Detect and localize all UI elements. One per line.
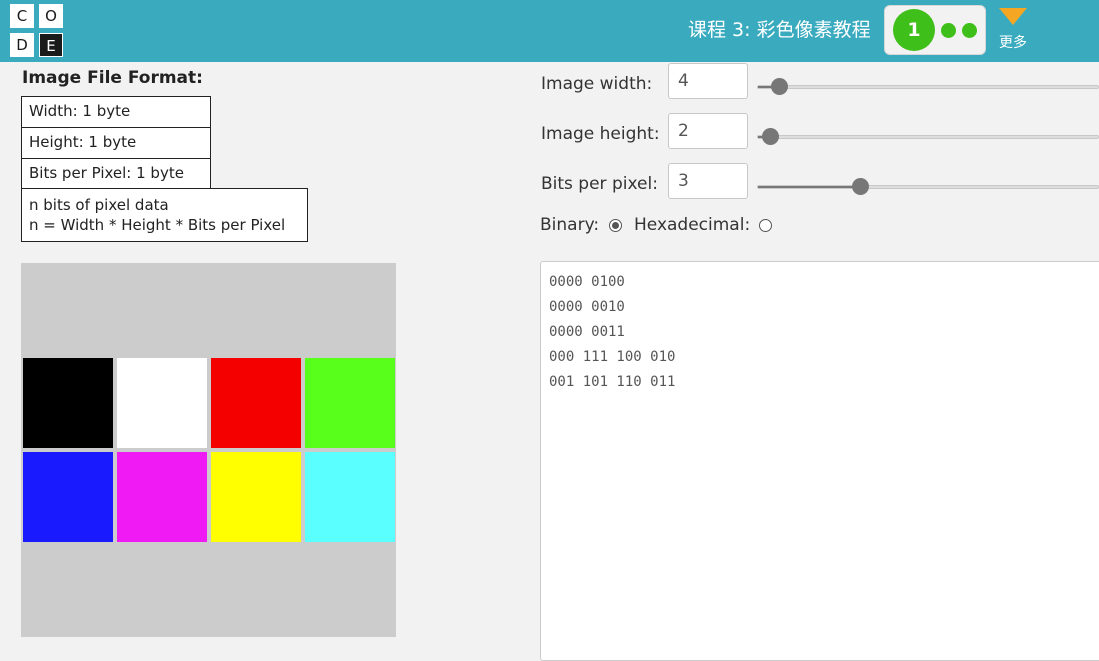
bits-per-pixel-slider-thumb[interactable]	[852, 178, 869, 195]
binary-output-textarea[interactable]: 0000 0100 0000 0010 0000 0011 000 111 10…	[540, 261, 1099, 661]
image-width-slider-thumb[interactable]	[771, 78, 788, 95]
dropdown-arrow-icon	[999, 8, 1027, 25]
top-bar: C O D E 课程 3: 彩色像素教程 1 更多	[0, 0, 1099, 62]
output-line: 001 101 110 011	[549, 374, 676, 390]
binary-label: Binary:	[540, 215, 600, 235]
more-label: 更多	[999, 35, 1027, 51]
level-3-dot[interactable]	[962, 23, 977, 38]
image-height-input[interactable]	[668, 113, 748, 149]
pixel-cell	[305, 452, 395, 542]
format-data-line1: n bits of pixel data	[29, 196, 169, 214]
pixel-cell	[23, 452, 113, 542]
pixel-cell	[305, 358, 395, 448]
lesson-title[interactable]: 课程 3: 彩色像素教程	[688, 18, 871, 42]
image-height-label: Image height:	[541, 124, 660, 144]
bits-per-pixel-slider[interactable]	[757, 185, 1099, 189]
level-1-bubble[interactable]: 1	[893, 9, 935, 51]
output-line: 0000 0010	[549, 299, 625, 315]
format-row-height: Height: 1 byte	[21, 127, 211, 159]
image-height-slider[interactable]	[757, 135, 1099, 139]
logo-letter-c: C	[10, 4, 34, 28]
logo-letter-d: D	[10, 33, 34, 57]
format-row-width: Width: 1 byte	[21, 96, 211, 128]
binary-radio[interactable]	[609, 219, 622, 232]
hexadecimal-radio[interactable]	[759, 219, 772, 232]
bits-per-pixel-label: Bits per pixel:	[541, 174, 658, 194]
format-row-bpp: Bits per Pixel: 1 byte	[21, 158, 211, 189]
logo-letter-o: O	[39, 4, 63, 28]
image-width-input[interactable]	[668, 63, 748, 99]
logo-letter-e: E	[39, 33, 63, 57]
pixel-cell	[117, 358, 207, 448]
more-menu-button[interactable]: 更多	[996, 8, 1030, 54]
output-line: 0000 0011	[549, 324, 625, 340]
image-width-slider[interactable]	[757, 85, 1099, 89]
output-line: 000 111 100 010	[549, 349, 676, 365]
image-height-slider-thumb[interactable]	[762, 128, 779, 145]
level-2-dot[interactable]	[941, 23, 956, 38]
code-logo[interactable]: C O D E	[10, 4, 64, 58]
pixel-canvas	[21, 263, 396, 637]
format-title: Image File Format:	[22, 68, 203, 88]
format-row-data: n bits of pixel data n = Width * Height …	[21, 188, 308, 242]
pixel-cell	[117, 452, 207, 542]
output-line: 0000 0100	[549, 274, 625, 290]
pixel-cell	[211, 452, 301, 542]
hexadecimal-label: Hexadecimal:	[634, 215, 751, 235]
bits-per-pixel-input[interactable]	[668, 163, 748, 199]
format-data-line2: n = Width * Height * Bits per Pixel	[29, 216, 286, 234]
pixel-cell	[23, 358, 113, 448]
level-progress: 1	[884, 5, 986, 55]
image-width-label: Image width:	[541, 74, 653, 94]
pixel-cell	[211, 358, 301, 448]
